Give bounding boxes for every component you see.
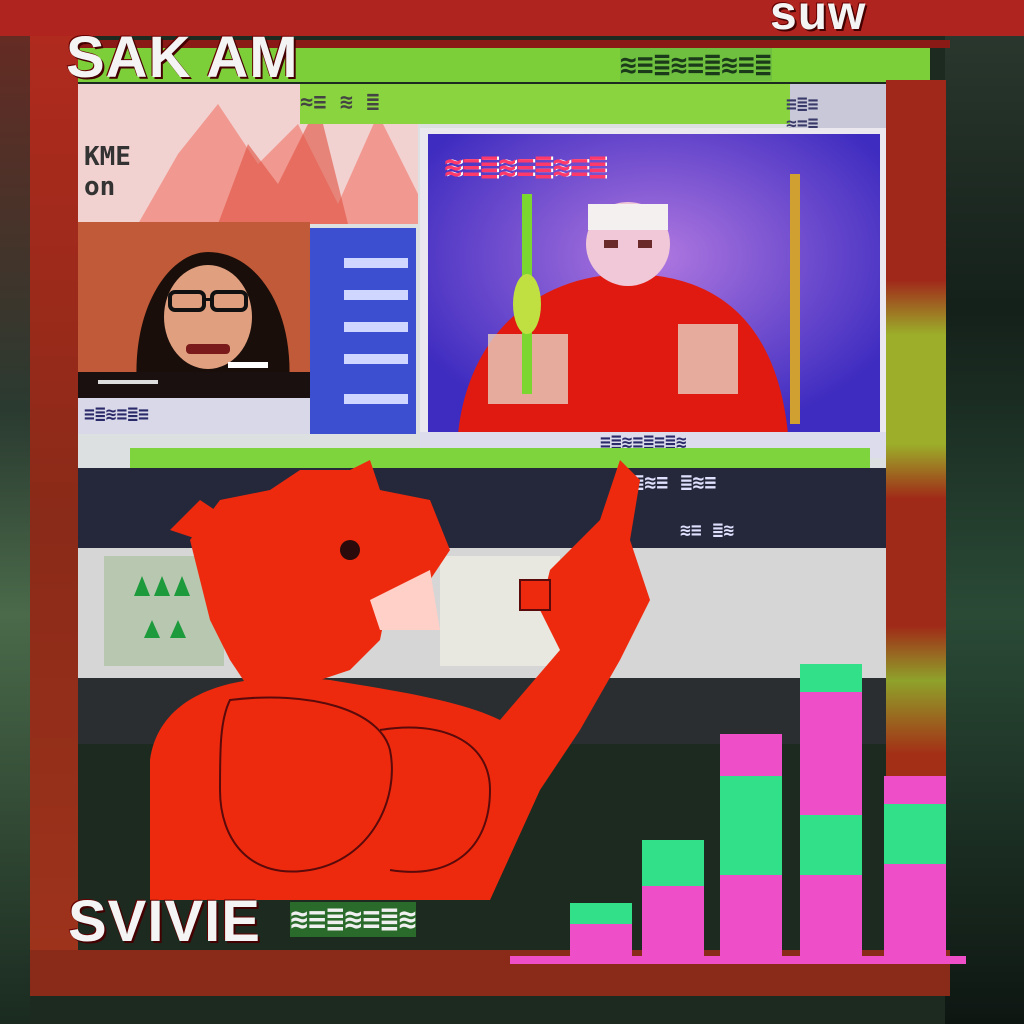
video-thumbnail[interactable] (78, 222, 310, 398)
bar-segment (800, 875, 862, 956)
background-left-strip (0, 0, 30, 1024)
playlist-item[interactable] (344, 322, 408, 332)
label-bottom-left: SVIVIE (68, 889, 261, 954)
bar-segment (720, 776, 782, 875)
chart-panel-scribble: KME on (84, 142, 131, 202)
bar-segment (642, 886, 704, 956)
playlist-item[interactable] (344, 258, 408, 268)
bar-chart-baseline (510, 956, 966, 964)
thumbnail-caption-text: ≡≣≋≡≣≡ (84, 404, 150, 425)
bar-segment (800, 692, 862, 815)
bar-segment (884, 776, 946, 804)
bar-segment (800, 815, 862, 875)
label-top-right: suw (770, 0, 867, 40)
bar-segment (570, 903, 632, 924)
bar-segment (720, 875, 782, 956)
playlist-item[interactable] (344, 394, 408, 404)
bar-segment (720, 734, 782, 776)
bar-segment (884, 864, 946, 956)
glitch-text-top: ≋≡≣≋≡≣≋≡≣ (620, 48, 772, 81)
playlist-column (310, 228, 416, 434)
bar-segment (642, 840, 704, 886)
glitch-text-bottom: ≋≡≣≋≡≣≋ (290, 902, 417, 937)
bar-segment (570, 924, 632, 956)
frame-left (30, 36, 78, 996)
playlist-item[interactable] (344, 290, 408, 300)
label-top-left: SAK AM (66, 25, 299, 90)
bar-segment (884, 804, 946, 864)
bar-chart (510, 480, 970, 964)
bar-segment (800, 664, 862, 692)
person-avatar (78, 222, 310, 398)
video-title-overlay: ≋≡≣≋≡≣≋≡≣ (444, 150, 607, 185)
menu-bar-text: ≈≡ ≋ ≣ (300, 90, 380, 115)
playlist-item[interactable] (344, 354, 408, 364)
